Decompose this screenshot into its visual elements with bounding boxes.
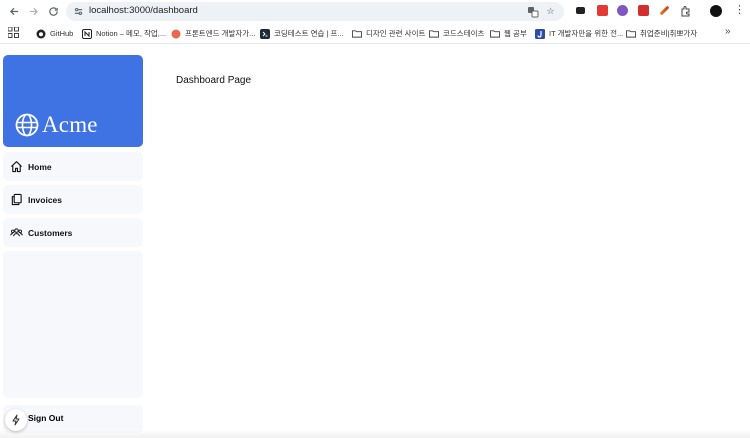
browser-toolbar: localhost:3000/dashboard ☆ ⋮ [0,0,750,22]
bookmark-folder-web-study[interactable]: 웹 공부 [490,27,527,40]
browser-menu-icon[interactable]: ⋮ [734,3,745,16]
translate-icon[interactable] [526,5,539,18]
lightning-icon [12,414,20,426]
document-duplicate-icon [11,193,22,206]
home-icon [11,161,22,173]
bookmark-star-icon[interactable]: ☆ [544,5,557,18]
camera-extension-icon[interactable] [576,7,585,14]
youtube-extension-icon[interactable] [597,5,608,16]
notion-icon [82,28,92,39]
brand-name: Acme [42,112,98,137]
nav-link-label: Home [28,162,52,172]
bookmark-it-developer[interactable]: IT 개발자만을 위한 전... [535,27,623,40]
circle-logo-icon [171,29,181,39]
bookmark-github[interactable]: GitHub [36,27,73,40]
nav-link-label: Customers [28,228,73,238]
forward-icon[interactable] [25,3,41,19]
bookmark-label: 웹 공부 [504,29,527,38]
gear-extension-icon[interactable] [617,5,628,16]
profile-avatar[interactable] [710,5,722,17]
page-title: Dashboard Page [176,75,252,86]
red-extension-icon[interactable] [638,5,649,16]
bookmark-label: GitHub [50,29,74,38]
acme-logo: Acme [15,112,98,138]
side-nav: Acme Home Invoices Customers Sign Out [3,55,143,433]
logo-link[interactable]: Acme [3,55,143,147]
bookmark-label: 코드스테이츠 [443,29,485,38]
reload-icon[interactable] [45,3,61,19]
nav-spacer [3,251,143,398]
nav-link-label: Invoices [28,195,63,205]
bookmark-coding-test[interactable]: 코딩테스트 연습 | 프... [260,27,344,40]
bookmark-label: 디자인 관련 사이트 [366,29,426,38]
site-info-icon[interactable] [73,6,84,17]
bookmark-folder-design[interactable]: 디자인 관련 사이트 [352,27,425,40]
nav-link-invoices[interactable]: Invoices [3,185,143,214]
back-icon[interactable] [6,3,22,19]
user-group-icon [10,228,23,237]
bookmark-label: 코딩테스트 연습 | 프... [274,29,344,38]
bookmark-folder-codestates[interactable]: 코드스테이츠 [429,27,484,40]
nav-link-customers[interactable]: Customers [3,218,143,247]
folder-icon [490,29,500,39]
j-logo-icon [535,28,545,39]
url-text[interactable]: localhost:3000/dashboard [89,5,198,16]
folder-icon [626,29,636,39]
bookmark-label: 프론트엔드 개발자가... [185,29,256,38]
bookmark-frontend[interactable]: 프론트엔드 개발자가... [171,27,255,40]
apps-grid-icon[interactable] [8,27,19,38]
bookmark-folder-job-prep[interactable]: 취업준비|취뽀가자 [626,27,697,40]
sign-out-label: Sign Out [28,413,64,423]
nav-link-home[interactable]: Home [3,152,143,181]
bookmark-label: Notion – 메모, 작업,... [96,29,167,38]
window-bottom-shadow [0,430,750,438]
globe-icon [15,113,39,137]
folder-icon [352,29,362,39]
programmers-icon [260,28,270,39]
bookmark-notion[interactable]: Notion – 메모, 작업,... [82,27,166,40]
bookmark-label: IT 개발자만을 위한 전... [549,29,624,38]
extensions-puzzle-icon[interactable] [679,4,692,17]
more-bookmarks-icon[interactable]: » [725,26,731,37]
folder-icon [429,29,439,39]
github-icon [36,29,46,39]
bookmark-label: 취업준비|취뽀가자 [640,29,698,38]
color-picker-extension-icon[interactable] [659,5,670,16]
next-dev-tools-button[interactable] [5,409,27,431]
address-bar[interactable]: localhost:3000/dashboard ☆ [66,2,564,21]
